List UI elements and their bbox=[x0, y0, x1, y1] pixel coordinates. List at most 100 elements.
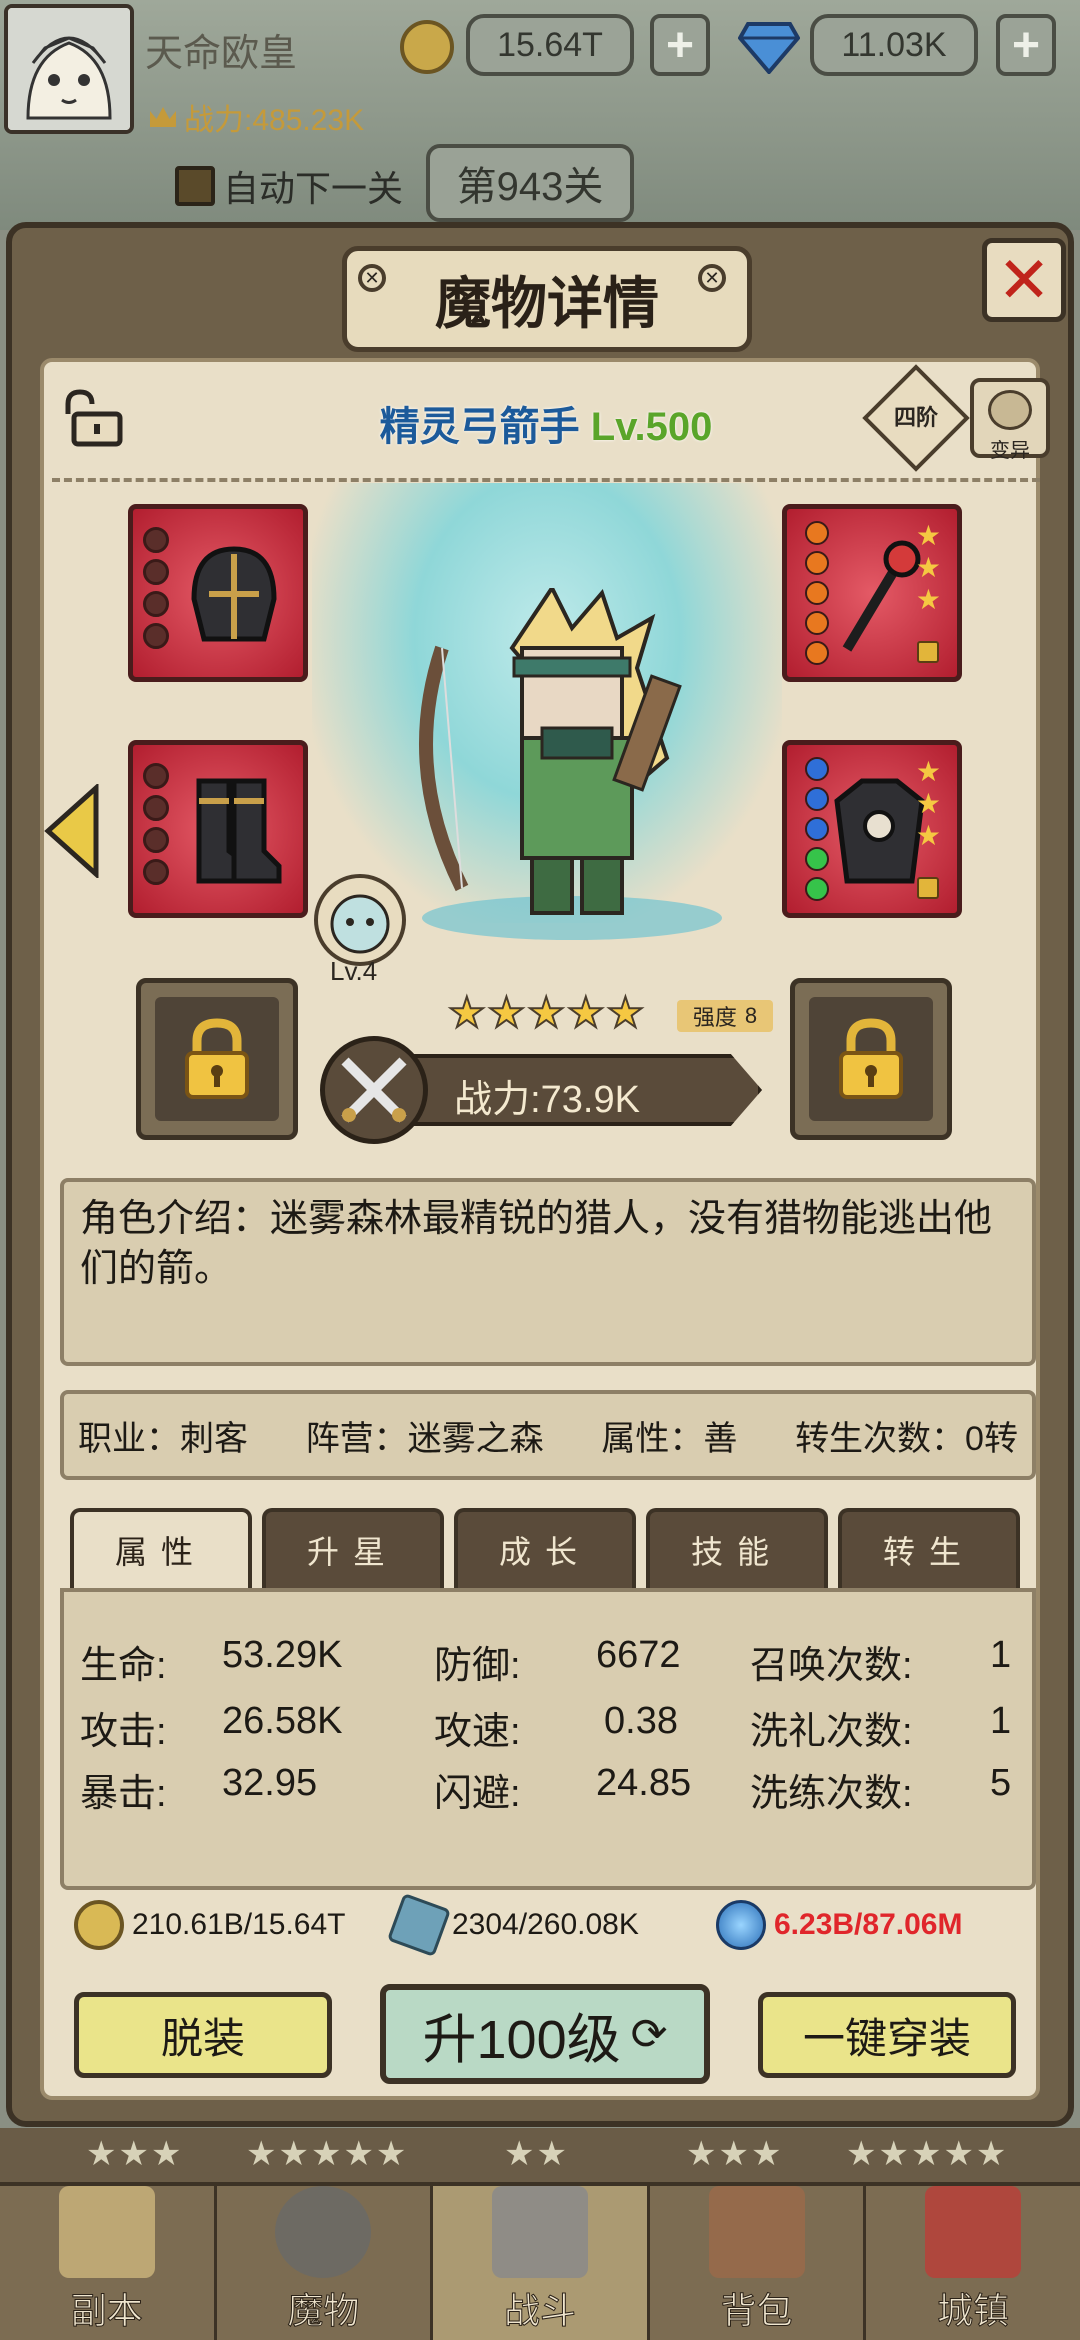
crown-icon bbox=[150, 107, 176, 127]
socket bbox=[143, 859, 169, 885]
padlock-icon bbox=[185, 1018, 249, 1099]
equip-slot-weapon[interactable]: ★ ★ ★ bbox=[782, 504, 962, 682]
atk-value: 26.58K bbox=[222, 1700, 343, 1742]
nav-battle-label: 战斗 bbox=[503, 2290, 576, 2332]
gem bbox=[805, 581, 829, 605]
player-name: 天命欧皇 bbox=[145, 33, 298, 75]
tab-skills[interactable]: 技能 bbox=[646, 1508, 828, 1588]
nav-dungeon[interactable]: 副本 bbox=[0, 2186, 217, 2340]
monster-level: Lv.500 bbox=[590, 405, 713, 449]
crit-value: 32.95 bbox=[222, 1762, 318, 1804]
tab-growth[interactable]: 成长 bbox=[454, 1508, 636, 1588]
strength-badge: 强度 8 bbox=[677, 1000, 773, 1032]
crossed-swords-icon bbox=[341, 1057, 407, 1123]
gem bbox=[805, 551, 829, 575]
boots-icon bbox=[196, 778, 282, 884]
orb-icon bbox=[716, 1900, 766, 1950]
star-icon: ★★★★★ bbox=[246, 2135, 409, 2173]
gold-coin-icon bbox=[400, 20, 454, 74]
auto-next-checkbox[interactable] bbox=[175, 166, 215, 206]
star-icon: ★ bbox=[915, 756, 941, 787]
gem bbox=[805, 521, 829, 545]
tab-star-up[interactable]: 升星 bbox=[262, 1508, 444, 1588]
staff-icon bbox=[842, 540, 921, 652]
socket-column bbox=[143, 763, 173, 891]
add-gold-button[interactable]: + bbox=[650, 14, 710, 76]
nav-battle[interactable]: 战斗 bbox=[433, 2186, 650, 2340]
mutate-button[interactable]: 变异 bbox=[970, 378, 1050, 462]
socket-column bbox=[143, 527, 173, 655]
panel-title-text: 魔物详情 bbox=[435, 271, 659, 335]
strength-value: 8 bbox=[744, 1003, 758, 1028]
lock-icon bbox=[917, 877, 939, 899]
panel-title: 魔物详情 bbox=[342, 246, 752, 352]
elf-archer-portrait bbox=[419, 588, 722, 940]
equip-all-button[interactable]: 一键穿装 bbox=[758, 1992, 1016, 2078]
star-icon: ★★ bbox=[504, 2135, 569, 2173]
equip-slot-armor[interactable]: ★ ★ ★ bbox=[782, 740, 962, 918]
monster-intro: 角色介绍：迷雾森林最精锐的猎人，没有猎物能逃出他们的箭。 bbox=[60, 1178, 1036, 1366]
close-button[interactable]: ✕ bbox=[982, 238, 1066, 322]
star-icon: ★ bbox=[526, 988, 566, 1037]
gold-cost-value: 210.61B/15.64T bbox=[132, 1908, 346, 1941]
locked-slot-inner bbox=[809, 997, 933, 1121]
spd-label: 攻速: bbox=[434, 1711, 521, 1753]
equip-slot-helmet[interactable] bbox=[128, 504, 308, 682]
crossed-swords-badge bbox=[320, 1036, 428, 1144]
backpack-icon bbox=[708, 2186, 805, 2278]
unequip-button[interactable]: 脱装 bbox=[74, 1992, 332, 2078]
job-info: 职业：刺客 bbox=[78, 1419, 248, 1458]
auto-next-toggle[interactable]: 自动下一关 bbox=[175, 160, 403, 212]
gem bbox=[805, 611, 829, 635]
tier-label: 四阶 bbox=[893, 405, 938, 430]
player-power-text: 战力:485.23K bbox=[184, 104, 365, 137]
star-icon: ★ bbox=[915, 584, 941, 615]
nav-monsters-label: 魔物 bbox=[287, 2290, 360, 2332]
spd-value: 0.38 bbox=[604, 1700, 678, 1742]
hp-value: 53.29K bbox=[222, 1634, 343, 1676]
nav-town[interactable]: 城镇 bbox=[866, 2186, 1080, 2340]
nav-monsters[interactable]: 魔物 bbox=[217, 2186, 434, 2340]
socket bbox=[143, 559, 169, 585]
bottom-nav: 副本 魔物 战斗 背包 城镇 bbox=[0, 2182, 1080, 2340]
level-up-100-button[interactable]: 升100级 ⟳ bbox=[380, 1984, 710, 2084]
skull-icon bbox=[988, 390, 1032, 430]
monster-detail-panel: 魔物详情 ✕ ✕ ✕ 精灵弓箭手 Lv.500 四阶 变异 ★ ★ ★ ★ ★ … bbox=[6, 222, 1074, 2127]
battle-swords-icon bbox=[491, 2186, 588, 2278]
helmet-icon bbox=[191, 546, 277, 642]
previous-monster-arrow-icon[interactable] bbox=[44, 784, 100, 878]
gem bbox=[805, 847, 829, 871]
monster-name: 精灵弓箭手 bbox=[379, 405, 580, 449]
gold-coin-icon bbox=[74, 1900, 124, 1950]
divider bbox=[52, 478, 1040, 482]
locked-slot-left[interactable] bbox=[136, 978, 298, 1140]
tab-attributes[interactable]: 属性 bbox=[70, 1508, 252, 1588]
detail-tabs: 属性 升星 成长 技能 转生 bbox=[70, 1508, 1020, 1588]
socket bbox=[143, 763, 169, 789]
gem bbox=[805, 787, 829, 811]
locked-slot-right[interactable] bbox=[790, 978, 952, 1140]
add-diamond-button[interactable]: + bbox=[996, 14, 1056, 76]
hp-label: 生命: bbox=[80, 1645, 167, 1687]
player-avatar[interactable] bbox=[4, 4, 134, 134]
top-bar: 天命欧皇 战力:485.23K 15.64T + 11.03K + 自动下一关 … bbox=[0, 0, 1080, 230]
pet-avatar[interactable] bbox=[314, 874, 406, 966]
attribute-info: 属性：善 bbox=[601, 1419, 738, 1458]
refresh-icon: ⟳ bbox=[630, 2009, 668, 2059]
padlock-icon bbox=[839, 1018, 903, 1099]
nav-bag[interactable]: 背包 bbox=[650, 2186, 867, 2340]
rebirth-info: 转生次数：0转 bbox=[795, 1419, 1018, 1458]
equip-slot-boots[interactable] bbox=[128, 740, 308, 918]
lock-icon bbox=[917, 641, 939, 663]
tab-rebirth[interactable]: 转生 bbox=[838, 1508, 1020, 1588]
stage-indicator: 第943关 bbox=[426, 144, 634, 222]
refine-value: 5 bbox=[990, 1762, 1012, 1804]
locked-slot-inner bbox=[155, 997, 279, 1121]
def-label: 防御: bbox=[434, 1645, 521, 1687]
refine-label: 洗练次数: bbox=[750, 1773, 913, 1815]
orb-cost: 6.23B/87.06M bbox=[716, 1900, 962, 1950]
baptism-label: 洗礼次数: bbox=[750, 1711, 913, 1753]
star-icon: ★ bbox=[915, 788, 941, 819]
stone-cost: 2304/260.08K bbox=[386, 1892, 639, 1958]
dodge-value: 24.85 bbox=[596, 1762, 692, 1804]
